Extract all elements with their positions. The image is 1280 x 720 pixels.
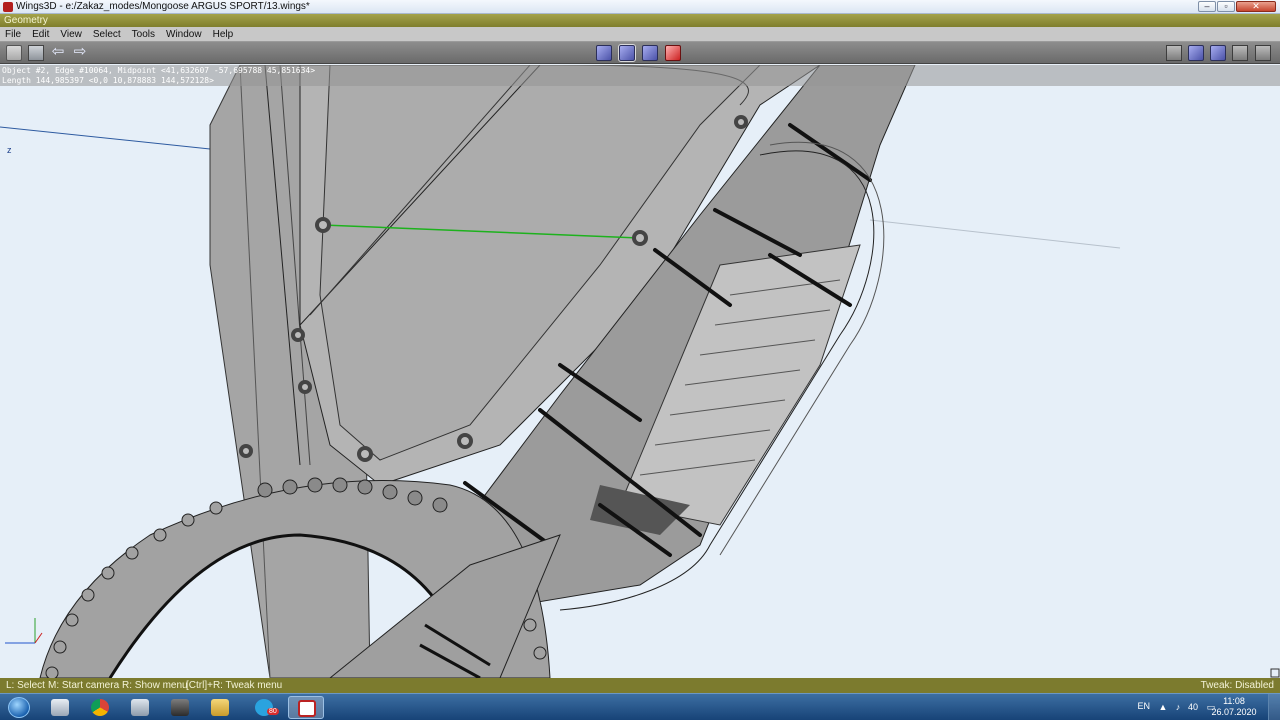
taskbar-wings3d[interactable] — [288, 696, 324, 719]
language-indicator[interactable]: EN — [1137, 701, 1150, 711]
flat-shaded-icon[interactable] — [1210, 45, 1226, 61]
clock-time: 11:08 — [1223, 696, 1245, 706]
menu-help[interactable]: Help — [208, 29, 240, 40]
menu-file[interactable]: File — [0, 29, 27, 40]
vertex-mode-icon[interactable] — [596, 45, 612, 61]
sketchup-icon — [171, 699, 189, 716]
windows-logo-icon — [8, 697, 30, 718]
model-render — [0, 65, 1280, 678]
menu-bar: File Edit View Select Tools Window Help — [0, 27, 1280, 42]
hint-select: L: Select — [6, 680, 45, 691]
system-tray: EN ▲ ♪ 40 ▭ 11:08 26.07.2020 — [1120, 694, 1280, 720]
edge-mode-icon[interactable] — [618, 44, 636, 62]
info-selection-line: Object #2, Edge #10064, Midpoint <41,632… — [2, 66, 316, 75]
geometry-window-title[interactable]: Geometry — [0, 14, 1280, 27]
maximize-button[interactable]: ▫ — [1217, 1, 1235, 12]
taskbar-chrome[interactable] — [82, 696, 118, 719]
menu-select[interactable]: Select — [88, 29, 127, 40]
title-bar[interactable]: Wings3D - e:/Zakaz_modes/Mongoose ARGUS … — [0, 0, 1280, 14]
undo-arrow-icon[interactable]: ⇦ — [50, 44, 66, 61]
volume-level: 40 — [1187, 702, 1198, 712]
toolbar: ⇦ ⇨ — [0, 42, 1280, 64]
face-mode-icon[interactable] — [642, 45, 658, 61]
folder-icon — [211, 699, 229, 716]
chrome-icon — [91, 699, 109, 716]
wings3d-window: Wings3D - e:/Zakaz_modes/Mongoose ARGUS … — [0, 0, 1280, 720]
taskbar-telegram[interactable]: 80 — [246, 696, 282, 719]
show-hidden-icons-icon[interactable]: ▲ — [1158, 702, 1168, 712]
clock[interactable]: 11:08 26.07.2020 — [1206, 696, 1262, 718]
info-length-line: Length 144,985397 <0,0 10,878883 144,572… — [2, 76, 214, 85]
axes-icon[interactable] — [1255, 45, 1271, 61]
telegram-badge: 80 — [267, 708, 279, 715]
volume-icon[interactable]: ♪ — [1173, 702, 1183, 712]
window-title: Wings3D - e:/Zakaz_modes/Mongoose ARGUS … — [16, 1, 310, 12]
save-disk-icon[interactable] — [28, 45, 44, 61]
close-button[interactable]: ✕ — [1236, 1, 1276, 12]
hint-menu: R: Show menu — [122, 680, 188, 691]
taskbar-paint[interactable] — [42, 696, 78, 719]
status-bar: L: Select M: Start camera R: Show menu [… — [0, 678, 1280, 693]
smooth-shaded-icon[interactable] — [1188, 45, 1204, 61]
window-controls: – ▫ ✕ — [1197, 1, 1276, 13]
open-folder-icon[interactable] — [6, 45, 22, 61]
wings3d-app-icon — [3, 1, 13, 12]
taskbar-sketchup[interactable] — [162, 696, 198, 719]
start-button[interactable] — [2, 694, 36, 720]
paint-app-icon — [51, 699, 69, 716]
show-desktop-button[interactable] — [1268, 694, 1280, 720]
menu-edit[interactable]: Edit — [27, 29, 55, 40]
redo-arrow-icon[interactable]: ⇨ — [72, 44, 88, 61]
wireframe-icon[interactable] — [1232, 45, 1248, 61]
calculator-icon — [131, 699, 149, 716]
3d-viewport[interactable]: z — [0, 65, 1280, 678]
minimize-button[interactable]: – — [1198, 1, 1216, 12]
hint-camera: M: Start camera — [48, 680, 120, 691]
menu-window[interactable]: Window — [161, 29, 208, 40]
tweak-status: Tweak: Disabled — [1200, 680, 1274, 691]
z-axis-label: z — [7, 145, 12, 155]
clock-date: 26.07.2020 — [1211, 707, 1257, 717]
outliner-icon[interactable] — [1166, 45, 1182, 61]
taskbar-calculator[interactable] — [122, 696, 158, 719]
wings3d-icon — [298, 700, 316, 717]
menu-view[interactable]: View — [55, 29, 88, 40]
hint-tweak-menu: [Ctrl]+R: Tweak menu — [186, 680, 283, 691]
body-mode-icon[interactable] — [665, 45, 681, 61]
info-overlay: Object #2, Edge #10064, Midpoint <41,632… — [0, 65, 1280, 86]
menu-tools[interactable]: Tools — [127, 29, 161, 40]
taskbar-file-explorer[interactable] — [202, 696, 238, 719]
windows-taskbar: 80 EN ▲ ♪ 40 ▭ 11:08 26.07.2020 — [0, 693, 1280, 720]
